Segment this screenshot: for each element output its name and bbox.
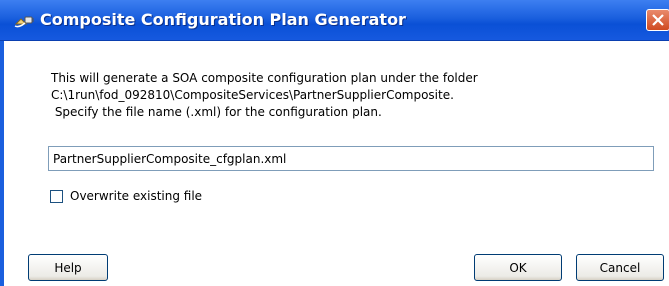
- filename-input[interactable]: [48, 146, 654, 171]
- overwrite-checkbox[interactable]: [50, 190, 63, 203]
- plug-icon: [13, 12, 35, 30]
- cancel-button[interactable]: Cancel: [576, 254, 664, 281]
- title-bar[interactable]: Composite Configuration Plan Generator: [0, 0, 669, 41]
- message-line-3: Specify the file name (.xml) for the con…: [51, 105, 382, 119]
- window-title: Composite Configuration Plan Generator: [40, 10, 406, 29]
- overwrite-label[interactable]: Overwrite existing file: [70, 189, 202, 203]
- instruction-message: This will generate a SOA composite confi…: [51, 70, 478, 121]
- help-button[interactable]: Help: [28, 254, 108, 281]
- close-button[interactable]: [646, 9, 669, 31]
- message-line-1: This will generate a SOA composite confi…: [51, 71, 478, 85]
- ok-button[interactable]: OK: [474, 254, 562, 281]
- close-icon: [652, 14, 664, 26]
- message-line-2: C:\1run\fod_092810\CompositeServices\Par…: [51, 88, 454, 102]
